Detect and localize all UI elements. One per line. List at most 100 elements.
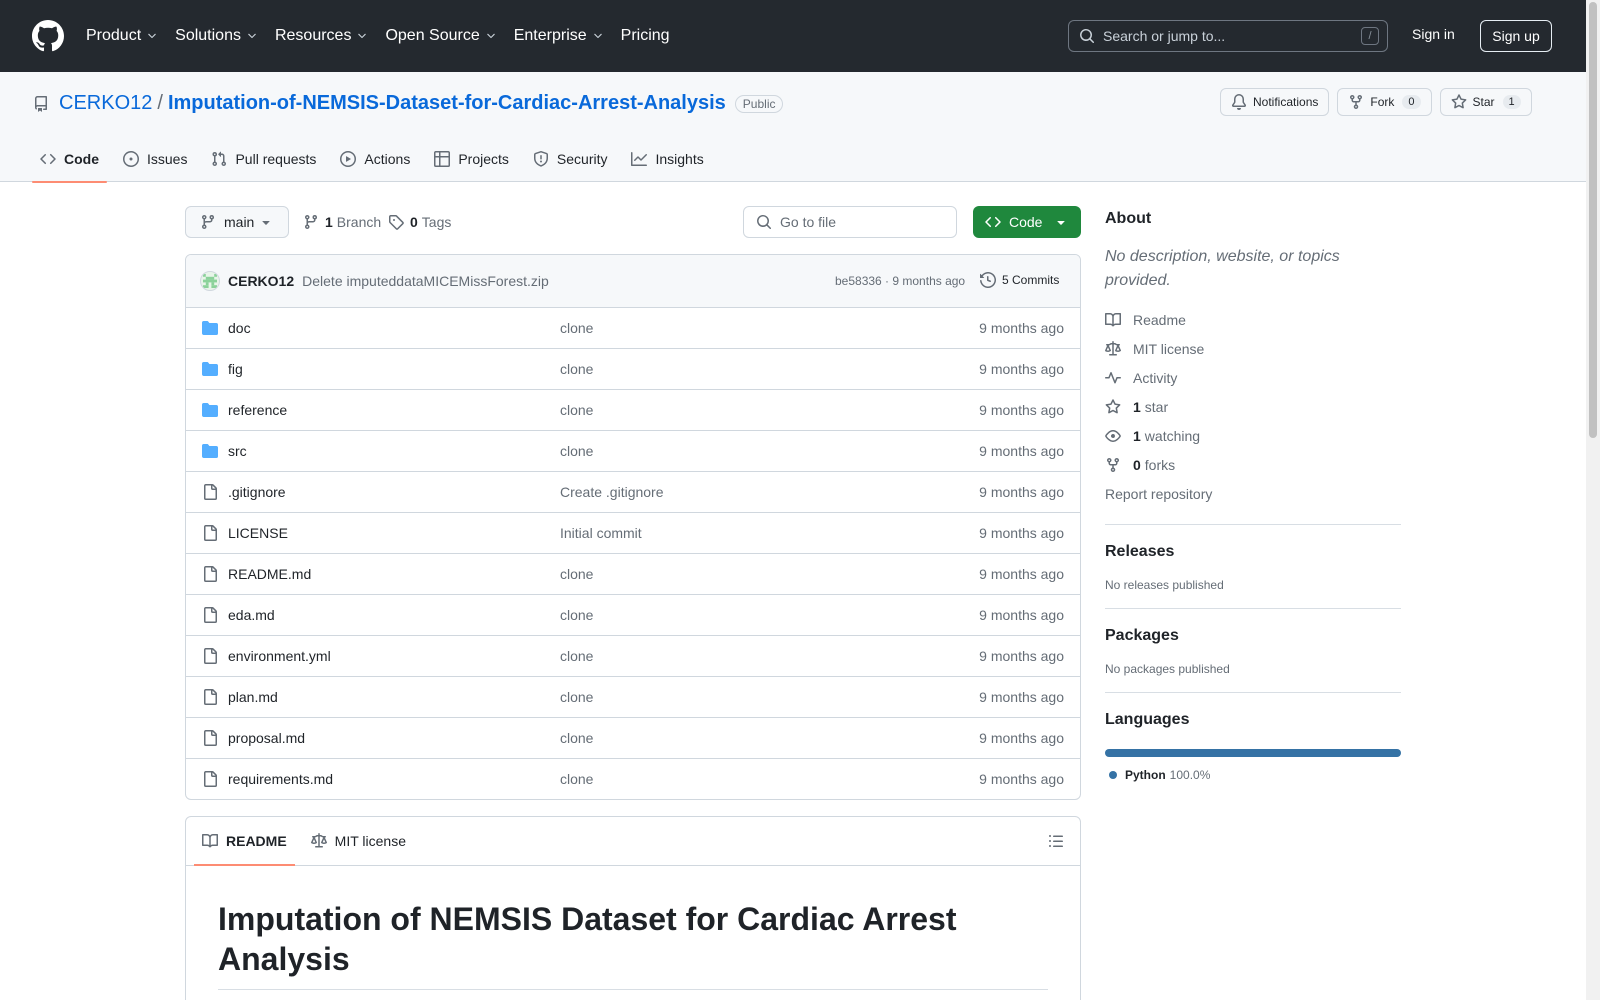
avatar[interactable] bbox=[200, 271, 220, 291]
license-link[interactable]: MIT license bbox=[1105, 334, 1401, 363]
file-name-link[interactable]: eda.md bbox=[228, 607, 275, 623]
global-search-input[interactable]: Search or jump to... / bbox=[1068, 20, 1388, 52]
file-name-link[interactable]: LICENSE bbox=[228, 525, 288, 541]
nav-open-source[interactable]: Open Source bbox=[385, 27, 496, 45]
scrollbar-thumb[interactable] bbox=[1589, 2, 1597, 438]
file-commit-message-link[interactable]: clone bbox=[560, 402, 593, 418]
table-row[interactable]: environment.yml clone 9 months ago bbox=[186, 636, 1080, 677]
file-name-link[interactable]: environment.yml bbox=[228, 648, 331, 664]
code-dropdown-button[interactable]: Code bbox=[973, 206, 1081, 238]
nav-product[interactable]: Product bbox=[86, 27, 158, 45]
branches-link[interactable]: 1 Branch bbox=[303, 214, 381, 230]
sign-up-button[interactable]: Sign up bbox=[1480, 20, 1552, 52]
table-row[interactable]: reference clone 9 months ago bbox=[186, 390, 1080, 431]
tab-code[interactable]: Code bbox=[32, 144, 107, 183]
file-commit-message-link[interactable]: clone bbox=[560, 689, 593, 705]
global-nav: Product Solutions Resources Open Source … bbox=[86, 27, 687, 45]
activity-link[interactable]: Activity bbox=[1105, 363, 1401, 392]
table-row[interactable]: doc clone 9 months ago bbox=[186, 308, 1080, 349]
file-name-link[interactable]: src bbox=[228, 443, 247, 459]
file-name-link[interactable]: doc bbox=[228, 320, 251, 336]
commit-message-link[interactable]: Delete imputeddataMICEMissForest.zip bbox=[302, 273, 549, 289]
file-commit-message-link[interactable]: Initial commit bbox=[560, 525, 642, 541]
global-header: Product Solutions Resources Open Source … bbox=[0, 0, 1600, 72]
commits-history-link[interactable]: 5 Commits bbox=[980, 272, 1059, 288]
file-name-link[interactable]: README.md bbox=[228, 566, 311, 582]
tab-projects[interactable]: Projects bbox=[426, 144, 517, 182]
file-commit-message-link[interactable]: clone bbox=[560, 771, 593, 787]
table-row[interactable]: README.md clone 9 months ago bbox=[186, 554, 1080, 595]
tab-actions[interactable]: Actions bbox=[332, 144, 418, 182]
nav-label: Pricing bbox=[620, 27, 670, 44]
language-item[interactable]: Python 100.0% bbox=[1105, 768, 1401, 782]
report-repository-link[interactable]: Report repository bbox=[1105, 479, 1401, 508]
tab-label: Projects bbox=[458, 151, 509, 167]
file-name-link[interactable]: plan.md bbox=[228, 689, 278, 705]
nav-pricing[interactable]: Pricing bbox=[621, 27, 670, 45]
file-name-link[interactable]: reference bbox=[228, 402, 287, 418]
nav-resources[interactable]: Resources bbox=[275, 27, 368, 45]
table-row[interactable]: requirements.md clone 9 months ago bbox=[186, 759, 1080, 799]
fork-button[interactable]: Fork 0 bbox=[1337, 88, 1432, 116]
languages-heading: Languages bbox=[1105, 711, 1190, 728]
sign-in-link[interactable]: Sign in bbox=[1412, 26, 1455, 42]
watchers-link[interactable]: 1 watching bbox=[1105, 421, 1401, 450]
nav-solutions[interactable]: Solutions bbox=[175, 27, 258, 45]
packages-heading[interactable]: Packages bbox=[1105, 627, 1401, 645]
table-row[interactable]: proposal.md clone 9 months ago bbox=[186, 718, 1080, 759]
latest-commit-bar: CERKO12 Delete imputeddataMICEMissForest… bbox=[186, 255, 1080, 308]
readme-link[interactable]: Readme bbox=[1105, 305, 1401, 334]
file-commit-message-link[interactable]: clone bbox=[560, 443, 593, 459]
about-links: Readme MIT license Activity 1 star 1 wat… bbox=[1105, 305, 1401, 508]
star-count: 1 bbox=[1502, 95, 1521, 109]
forks-label: forks bbox=[1144, 456, 1176, 473]
tab-issues[interactable]: Issues bbox=[115, 144, 195, 182]
file-icon bbox=[204, 771, 217, 787]
file-name-link[interactable]: .gitignore bbox=[228, 484, 286, 500]
table-row[interactable]: fig clone 9 months ago bbox=[186, 349, 1080, 390]
tags-link[interactable]: 0 Tags bbox=[388, 214, 451, 230]
repo-name-link[interactable]: Imputation-of-NEMSIS-Dataset-for-Cardiac… bbox=[168, 92, 726, 115]
file-commit-message-link[interactable]: clone bbox=[560, 648, 593, 664]
file-name-link[interactable]: fig bbox=[228, 361, 243, 377]
tab-security[interactable]: Security bbox=[525, 144, 616, 182]
releases-heading[interactable]: Releases bbox=[1105, 543, 1401, 561]
branch-select-button[interactable]: main bbox=[185, 206, 289, 238]
tab-label: Issues bbox=[147, 151, 188, 167]
tab-label: Insights bbox=[655, 151, 704, 167]
page-scrollbar[interactable] bbox=[1586, 0, 1600, 1000]
tab-readme[interactable]: README bbox=[194, 817, 295, 866]
go-to-file-input[interactable]: Go to file bbox=[743, 206, 957, 238]
table-row[interactable]: plan.md clone 9 months ago bbox=[186, 677, 1080, 718]
repo-owner-link[interactable]: CERKO12 bbox=[59, 92, 152, 115]
tab-insights[interactable]: Insights bbox=[623, 144, 711, 182]
file-commit-message-link[interactable]: clone bbox=[560, 730, 593, 746]
file-commit-message-link[interactable]: clone bbox=[560, 320, 593, 336]
branch-count: 1 bbox=[325, 214, 333, 230]
file-commit-message-link[interactable]: clone bbox=[560, 566, 593, 582]
forks-link[interactable]: 0 forks bbox=[1105, 450, 1401, 479]
file-commit-message-link[interactable]: Create .gitignore bbox=[560, 484, 664, 500]
table-row[interactable]: src clone 9 months ago bbox=[186, 431, 1080, 472]
table-row[interactable]: eda.md clone 9 months ago bbox=[186, 595, 1080, 636]
commit-author-link[interactable]: CERKO12 bbox=[228, 273, 294, 289]
branch-label: Branch bbox=[336, 214, 382, 230]
file-commit-message-link[interactable]: clone bbox=[560, 361, 593, 377]
stars-link[interactable]: 1 star bbox=[1105, 392, 1401, 421]
tab-pull-requests[interactable]: Pull requests bbox=[203, 144, 324, 182]
watching-label: watching bbox=[1144, 427, 1201, 444]
star-button[interactable]: Star 1 bbox=[1439, 88, 1532, 116]
file-name-link[interactable]: proposal.md bbox=[228, 730, 305, 746]
github-logo-icon[interactable] bbox=[32, 20, 64, 52]
table-row[interactable]: LICENSE Initial commit 9 months ago bbox=[186, 513, 1080, 554]
notifications-button[interactable]: Notifications bbox=[1220, 88, 1330, 116]
file-commit-message-link[interactable]: clone bbox=[560, 607, 593, 623]
commit-sha-time[interactable]: be58336 · 9 months ago bbox=[835, 274, 965, 288]
list-unordered-icon[interactable] bbox=[1048, 833, 1064, 849]
tab-license[interactable]: MIT license bbox=[303, 817, 414, 865]
readme-panel: README MIT license Imputation of NEMSIS … bbox=[185, 816, 1081, 1000]
nav-enterprise[interactable]: Enterprise bbox=[514, 27, 604, 45]
table-row[interactable]: .gitignore Create .gitignore 9 months ago bbox=[186, 472, 1080, 513]
bell-icon bbox=[1231, 94, 1246, 110]
file-name-link[interactable]: requirements.md bbox=[228, 771, 333, 787]
